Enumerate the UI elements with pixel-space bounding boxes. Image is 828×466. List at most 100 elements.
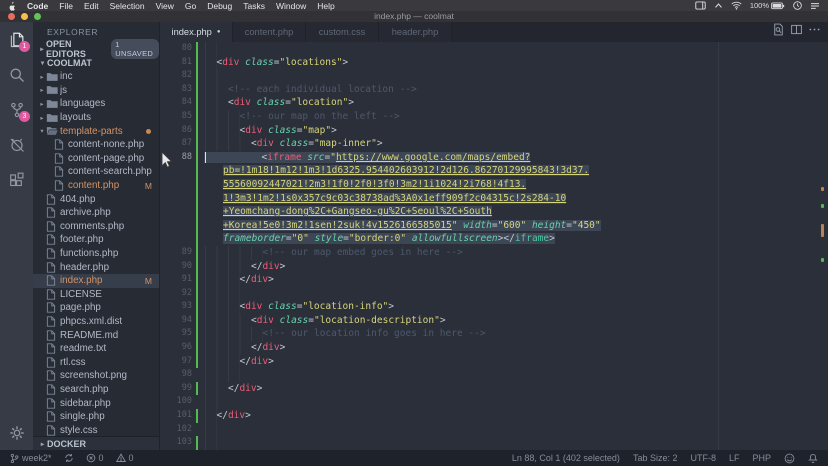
clock-menu-item[interactable] <box>793 1 802 10</box>
line-number[interactable] <box>160 219 204 233</box>
battery-menu-item[interactable]: 100% <box>750 1 785 10</box>
tree-item-readme-txt[interactable]: readme.txt <box>33 342 159 356</box>
close-button[interactable] <box>8 13 15 20</box>
tree-item-js[interactable]: ▸js <box>33 84 159 98</box>
code-line[interactable]: pb=!1m18!1m12!1m3!1d6325.954402603912!2d… <box>160 164 828 178</box>
line-number[interactable]: 85 <box>160 110 204 124</box>
line-number[interactable]: 91 <box>160 273 204 287</box>
tree-item-index-php[interactable]: index.phpM <box>33 274 159 288</box>
chevron-up-menu-item[interactable] <box>714 2 723 9</box>
encoding[interactable]: UTF-8 <box>690 453 716 463</box>
line-number[interactable]: 82 <box>160 69 204 83</box>
code-line[interactable]: 1!3m3!1m2!1s0x357c9c03c38738ad%3A0x1eff9… <box>160 192 828 206</box>
tree-item-phpcs-xml-dist[interactable]: phpcs.xml.dist <box>33 315 159 329</box>
tree-item-readme-md[interactable]: README.md <box>33 328 159 342</box>
activity-explorer[interactable]: 1 <box>0 22 33 57</box>
minimize-button[interactable] <box>21 13 28 20</box>
code-line[interactable]: 101</div> <box>160 409 828 423</box>
tree-item-content-php[interactable]: content.phpM <box>33 179 159 193</box>
line-number[interactable]: 81 <box>160 56 204 70</box>
wifi-menu-item[interactable] <box>731 1 742 10</box>
code-line[interactable]: 93<div class="location-info"> <box>160 300 828 314</box>
error-count[interactable]: 0 <box>86 453 104 463</box>
code-line-content[interactable]: 55560092447021!2m3!1f0!2f0!3f0!3m2!1i102… <box>204 178 828 192</box>
split-editor-button[interactable] <box>789 22 804 42</box>
more-actions-button[interactable] <box>807 22 822 42</box>
tree-item-footer-php[interactable]: footer.php <box>33 233 159 247</box>
line-number[interactable]: 101 <box>160 409 204 423</box>
tree-item-functions-php[interactable]: functions.php <box>33 247 159 261</box>
git-branch-status[interactable]: week2* <box>10 453 52 464</box>
code-line-content[interactable]: +Korea!5e0!3m2!1sen!2suk!4v1526166585015… <box>204 219 828 233</box>
code-line-content[interactable] <box>204 436 828 450</box>
code-line[interactable]: 89<!-- our map embed goes in here --> <box>160 246 828 260</box>
line-number[interactable]: 98 <box>160 368 204 382</box>
open-preview-button[interactable] <box>771 22 786 42</box>
code-line-content[interactable]: <!-- each individual location --> <box>204 83 828 97</box>
menu-item-tasks[interactable]: Tasks <box>243 1 265 11</box>
code-line[interactable]: 85<!-- our map on the left --> <box>160 110 828 124</box>
tree-item-single-php[interactable]: single.php <box>33 410 159 424</box>
code-line[interactable]: 95<!-- our location info goes in here --… <box>160 327 828 341</box>
code-line-content[interactable]: </div> <box>204 273 828 287</box>
menu-item-edit[interactable]: Edit <box>84 1 99 11</box>
line-number[interactable]: 86 <box>160 124 204 138</box>
code-line-content[interactable] <box>204 69 828 83</box>
code-line-content[interactable] <box>204 368 828 382</box>
zoom-button[interactable] <box>34 13 41 20</box>
menu-item-debug[interactable]: Debug <box>207 1 232 11</box>
activity-source-control[interactable]: 3 <box>0 92 33 127</box>
code-line[interactable]: 84<div class="location"> <box>160 96 828 110</box>
code-line[interactable]: +Yeomchang-dong%2C+Gangseo-gu%2C+Seoul%2… <box>160 205 828 219</box>
menu-item-view[interactable]: View <box>156 1 174 11</box>
code-line-content[interactable] <box>204 423 828 437</box>
tree-item-style-css[interactable]: style.css <box>33 423 159 437</box>
code-line-content[interactable]: </div> <box>204 382 828 396</box>
line-number[interactable]: 80 <box>160 42 204 56</box>
line-number[interactable]: 89 <box>160 246 204 260</box>
code-line[interactable]: 99</div> <box>160 382 828 396</box>
code-line-content[interactable]: <!-- our location info goes in here --> <box>204 327 828 341</box>
code-line[interactable]: 88<iframe src="https://www.google.com/ma… <box>160 151 828 165</box>
code-line-content[interactable]: <!-- our map embed goes in here --> <box>204 246 828 260</box>
line-number[interactable] <box>160 178 204 192</box>
code-line[interactable]: 92 <box>160 287 828 301</box>
code-line[interactable]: 102 <box>160 423 828 437</box>
code-line[interactable]: 91</div> <box>160 273 828 287</box>
tree-item-layouts[interactable]: ▸layouts <box>33 111 159 125</box>
code-editor[interactable]: 8081<div class="locations">8283<!-- each… <box>160 42 828 450</box>
menu-item-help[interactable]: Help <box>317 1 334 11</box>
line-number[interactable] <box>160 192 204 206</box>
code-line-content[interactable]: </div> <box>204 260 828 274</box>
code-line-content[interactable]: frameborder="0" style="border:0" allowfu… <box>204 232 828 246</box>
tree-item-template-parts[interactable]: ▾template-parts <box>33 124 159 138</box>
line-number[interactable]: 83 <box>160 83 204 97</box>
code-line[interactable]: 87<div class="map-inner"> <box>160 137 828 151</box>
line-number[interactable]: 103 <box>160 436 204 450</box>
menu-item-file[interactable]: File <box>59 1 73 11</box>
code-line[interactable]: 103 <box>160 436 828 450</box>
tab-content-php[interactable]: content.php <box>233 22 306 42</box>
tree-item-license[interactable]: LICENSE <box>33 288 159 302</box>
tree-item-content-search-php[interactable]: content-search.php <box>33 165 159 179</box>
tree-item-sidebar-php[interactable]: sidebar.php <box>33 396 159 410</box>
tab-index-php[interactable]: index.php● <box>160 22 233 42</box>
line-number[interactable]: 95 <box>160 327 204 341</box>
code-line-content[interactable]: +Yeomchang-dong%2C+Gangseo-gu%2C+Seoul%2… <box>204 205 828 219</box>
code-line[interactable]: 100 <box>160 395 828 409</box>
code-line-content[interactable] <box>204 287 828 301</box>
code-line[interactable]: 81<div class="locations"> <box>160 56 828 70</box>
tree-item-content-none-php[interactable]: content-none.php <box>33 138 159 152</box>
docker-section[interactable]: ▸ DOCKER <box>33 436 159 450</box>
tab-header-php[interactable]: header.php <box>379 22 452 42</box>
code-line[interactable]: 80 <box>160 42 828 56</box>
code-line-content[interactable]: </div> <box>204 355 828 369</box>
line-number[interactable] <box>160 232 204 246</box>
tree-item-search-php[interactable]: search.php <box>33 383 159 397</box>
code-line-content[interactable] <box>204 395 828 409</box>
language-mode[interactable]: PHP <box>752 453 771 463</box>
code-line[interactable]: 55560092447021!2m3!1f0!2f0!3f0!3m2!1i102… <box>160 178 828 192</box>
code-line[interactable]: 82 <box>160 69 828 83</box>
tree-item-archive-php[interactable]: archive.php <box>33 206 159 220</box>
code-line[interactable]: frameborder="0" style="border:0" allowfu… <box>160 232 828 246</box>
